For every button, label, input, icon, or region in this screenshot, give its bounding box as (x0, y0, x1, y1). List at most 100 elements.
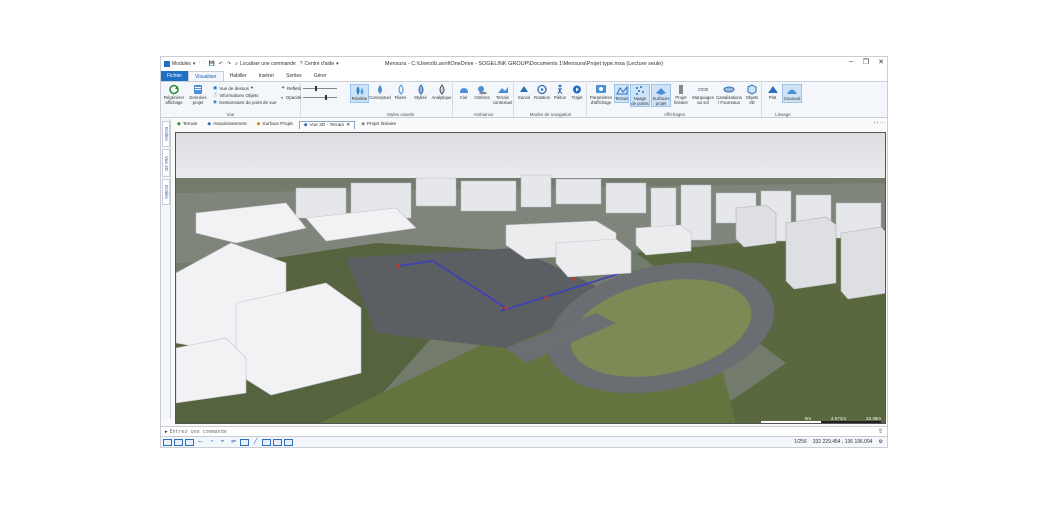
tracking-icon[interactable]: ⇌ (229, 439, 238, 446)
context-terrain-button[interactable]: Terrain contextuel (492, 84, 513, 105)
tab-inserer[interactable]: Insérer (253, 71, 281, 81)
point-cloud-icon (634, 85, 646, 96)
layout-icon[interactable] (284, 439, 293, 446)
doc-tab-assainissement[interactable]: ◆ Assainissement (203, 121, 250, 129)
doc-tab-projet-lineaire[interactable]: ◆ Projet linéaire (357, 121, 400, 129)
command-search[interactable]: ⌕ Localiser une commande (235, 61, 296, 67)
side-tab-entites[interactable]: Entités (162, 121, 170, 147)
point-cloud-button[interactable]: Nuage de points (630, 84, 650, 108)
status-bar: ⌙ ◔ ⌖ ⇌ ╱ 1/256 332 229.454 , 136 196.09… (161, 436, 887, 447)
opacity-track[interactable] (303, 95, 338, 100)
chevron-down-icon: ▾ (336, 61, 339, 67)
group-affichages: Paramètres d'affichage Terrain Nuage de … (588, 83, 762, 117)
gouraud-icon (786, 85, 798, 96)
layer-icon[interactable] (240, 439, 249, 446)
modules-menu[interactable]: Modules ▾ (164, 61, 195, 67)
save-icon[interactable]: 💾 (208, 61, 214, 67)
project-surfaces-label: Surfaces projet (652, 96, 670, 106)
nav-rotation-button[interactable]: Rotation (533, 84, 551, 101)
close-tab-icon[interactable]: ✕ (346, 122, 350, 130)
ucs-icon[interactable]: ⌙ (196, 439, 205, 446)
selection-icon[interactable] (262, 439, 271, 446)
opacity-knob[interactable] (325, 95, 328, 100)
stylized-icon (415, 84, 427, 95)
style-stylise-label: Stylisé (414, 95, 427, 100)
minimize-button[interactable]: – (847, 58, 855, 66)
help-center[interactable]: ? Centre d'aide ▾ (300, 61, 339, 67)
opacity-slider[interactable]: ◐ Opacité (281, 95, 338, 100)
properties-icon[interactable] (273, 439, 282, 446)
doc-tab-vue-3d-terrain[interactable]: ◆ Vue 3D - Terrain ✕ (298, 121, 356, 130)
analytic-icon (436, 84, 448, 95)
flyover-icon (518, 84, 530, 95)
display-terrain-button[interactable]: Terrain (614, 84, 629, 103)
grid-toggle-icon[interactable] (174, 439, 183, 446)
tab-fichier[interactable]: Fichier (161, 71, 189, 81)
doc-tab-terrain[interactable]: ◆ Terrain (173, 121, 201, 129)
display-settings-label: Paramètres d'affichage (589, 95, 613, 105)
side-tab-entites-2[interactable]: Entités (162, 179, 170, 205)
tab-gerer[interactable]: Gérer (308, 71, 333, 81)
reflets-track[interactable] (303, 85, 338, 91)
redo-icon[interactable]: ↷ (227, 61, 231, 67)
command-input[interactable] (169, 428, 470, 435)
command-history-icon[interactable]: ⇧ (878, 428, 883, 435)
osnap-icon[interactable]: ⌖ (218, 439, 227, 446)
tab-scroll-arrows[interactable]: ‹ › ⋯ (874, 120, 885, 126)
smoothing-gouraud-button[interactable]: Gouraud (782, 84, 802, 103)
reflets-slider[interactable]: ☀ Reflets (281, 85, 338, 91)
settings-icon[interactable]: ⚙ (879, 439, 883, 445)
nav-trajet-button[interactable]: Trajet (569, 84, 585, 101)
title-bar: Modules ▾ 🗀 💾 ↶ ↷ ⌕ Localiser une comman… (161, 57, 887, 71)
3d-viewport[interactable]: 0m 4.671m 23.36m (175, 132, 886, 424)
snap-toggle-icon[interactable] (163, 439, 172, 446)
camera-icon: ◉ (213, 99, 217, 104)
group-styles-label: Styles visuels (386, 112, 415, 117)
nav-pieton-button[interactable]: Piéton (552, 84, 568, 101)
profile-node (572, 277, 576, 281)
line-icon[interactable]: ╱ (251, 439, 260, 446)
road-markings-icon (697, 84, 709, 95)
project-surfaces-button[interactable]: Surfaces projet (651, 84, 671, 108)
style-filaire-button[interactable]: Filaire (391, 84, 410, 101)
display-terrain-label: Terrain (614, 96, 629, 101)
tab-habiller[interactable]: Habiller (224, 71, 253, 81)
ortho-toggle-icon[interactable] (185, 439, 194, 446)
open-icon[interactable]: 🗀 (199, 60, 204, 68)
style-realiste-button[interactable]: Réaliste (350, 84, 369, 103)
chevron-down-icon: ▾ (192, 61, 196, 67)
group-navigation: Survol Rotation Piéton Trajet Modes de n… (515, 83, 587, 117)
maximize-button[interactable]: ❐ (862, 58, 870, 66)
viewpoint-manager-button[interactable]: ◉ Gestionnaire de point de vue (213, 99, 276, 105)
road-markings-button[interactable]: Marquages au sol (691, 84, 715, 105)
side-tab-vue-3d[interactable]: Vue 3D (162, 149, 170, 177)
scale-line (761, 421, 881, 423)
style-conceptuel-button[interactable]: Conceptuel (369, 84, 391, 101)
viewpoint-manager-label: Gestionnaire de point de vue (218, 99, 277, 105)
nav-survol-button[interactable]: Survol (516, 84, 532, 101)
polar-icon[interactable]: ◔ (207, 439, 216, 446)
sky-button[interactable]: Ciel (455, 84, 472, 101)
regenerate-display-button[interactable]: Régénérer affichage (162, 84, 186, 105)
pipes-button[interactable]: Canalisations / Fourreaux (716, 84, 742, 105)
tab-visualiser[interactable]: Visualiser (188, 71, 224, 81)
reflets-knob[interactable] (315, 85, 318, 91)
linear-project-button[interactable]: Projet linéaire (672, 84, 690, 105)
smoothing-flat-button[interactable]: Plat (764, 84, 781, 101)
display-settings-button[interactable]: Paramètres d'affichage (589, 84, 613, 105)
tab-sorties[interactable]: Sorties (280, 71, 308, 81)
project-data-button[interactable]: Données projet (186, 84, 210, 105)
terrain-mesh-icon (615, 85, 628, 96)
object-info-button[interactable]: ⓘ Informations Objets (213, 92, 259, 98)
close-button[interactable]: ✕ (877, 58, 885, 66)
style-analytique-button[interactable]: Analytique (431, 84, 452, 101)
undo-icon[interactable]: ↶ (219, 61, 223, 67)
refresh-icon (168, 84, 180, 95)
shadows-button[interactable]: Ombres (473, 84, 491, 101)
top-view-button[interactable]: ▣ Vue de dessus ▾ (213, 85, 253, 91)
doc-tab-surface-projet[interactable]: ◆ Surface Projet (253, 121, 297, 129)
search-icon: ⌕ (235, 61, 238, 67)
reflets-icon: ☀ (281, 85, 286, 90)
style-stylise-button[interactable]: Stylisé (411, 84, 430, 101)
objects-3d-button[interactable]: Objets 3D (743, 84, 761, 105)
